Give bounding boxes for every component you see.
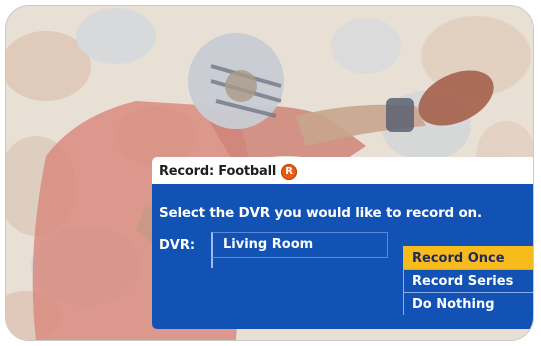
menu-item-record-series[interactable]: Record Series <box>403 269 533 292</box>
dvr-label: DVR: <box>159 238 196 253</box>
tv-screen: Record: Football R Select the DVR you wo… <box>5 5 534 341</box>
record-dialog: Record: Football R Select the DVR you wo… <box>152 157 533 329</box>
dvr-select-field[interactable]: Living Room <box>211 232 388 268</box>
record-options-menu: Record Once Record Series Do Nothing <box>403 246 533 315</box>
dialog-title: Record: Football <box>159 164 277 179</box>
menu-item-record-once[interactable]: Record Once <box>403 246 533 269</box>
menu-item-do-nothing[interactable]: Do Nothing <box>403 292 533 315</box>
dialog-header: Record: Football R <box>152 157 533 186</box>
dvr-prompt-text: Select the DVR you would like to record … <box>159 205 482 221</box>
rating-badge-icon: R <box>281 163 298 180</box>
